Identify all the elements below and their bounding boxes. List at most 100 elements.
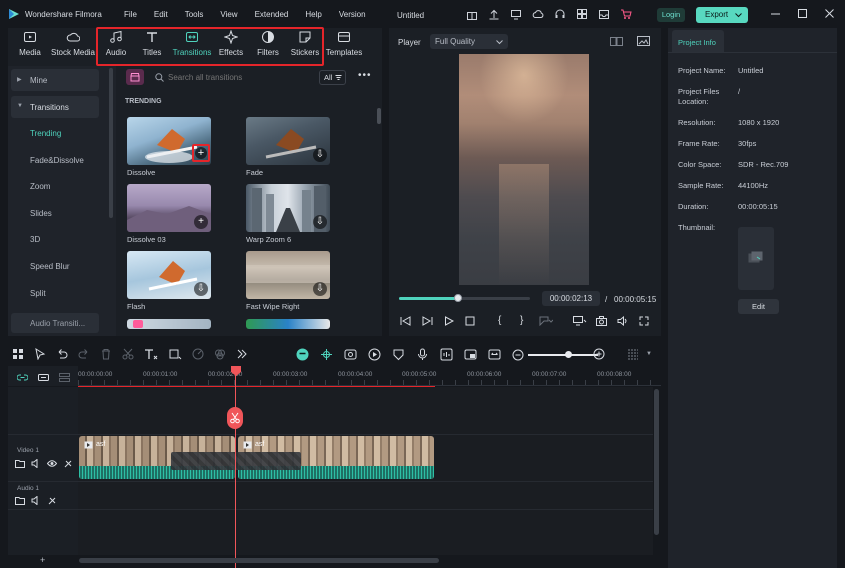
menu-edit[interactable]: Edit bbox=[154, 10, 168, 19]
menu-file[interactable]: File bbox=[124, 10, 137, 19]
color-icon[interactable] bbox=[214, 348, 226, 360]
link-icon[interactable] bbox=[17, 373, 28, 382]
sidebar-item-zoom[interactable]: Zoom bbox=[30, 182, 50, 191]
speed-icon[interactable] bbox=[192, 348, 204, 360]
track-layout-dropdown-icon[interactable]: ▼ bbox=[646, 351, 652, 357]
menu-extended[interactable]: Extended bbox=[255, 10, 289, 19]
lock-icon[interactable] bbox=[47, 496, 57, 505]
lock-icon[interactable] bbox=[63, 459, 73, 468]
mark-out-icon[interactable]: } bbox=[520, 315, 523, 326]
zoom-out-icon[interactable] bbox=[512, 349, 524, 361]
text-tool-icon[interactable] bbox=[144, 348, 158, 360]
add-dissolve-button[interactable]: + bbox=[192, 144, 210, 162]
transition-thumb-warp-zoom-6[interactable]: ⇩ bbox=[246, 184, 330, 232]
sidebar-item-mine[interactable]: ▶ Mine bbox=[11, 69, 99, 91]
zoom-slider[interactable] bbox=[528, 351, 598, 358]
next-frame-icon[interactable] bbox=[422, 316, 433, 326]
sidebar-item-trending[interactable]: Trending bbox=[30, 129, 61, 138]
track-layout-icon[interactable] bbox=[627, 348, 639, 360]
playhead-handle[interactable] bbox=[231, 366, 241, 376]
quality-dropdown[interactable]: Full Quality bbox=[430, 34, 508, 49]
export-button[interactable]: Export bbox=[696, 7, 748, 23]
filter-dropdown[interactable]: All bbox=[319, 70, 346, 85]
prev-frame-icon[interactable] bbox=[400, 316, 411, 326]
crop-icon[interactable] bbox=[168, 348, 182, 360]
favorites-button[interactable] bbox=[126, 69, 144, 85]
download-icon[interactable]: ⇩ bbox=[313, 282, 327, 296]
compare-view-icon[interactable] bbox=[610, 37, 623, 46]
edit-thumbnail-button[interactable]: Edit bbox=[738, 299, 779, 314]
sidebar-item-3d[interactable]: 3D bbox=[30, 235, 40, 244]
gift-icon[interactable] bbox=[466, 8, 478, 20]
monitor-icon[interactable] bbox=[510, 8, 522, 20]
shield-icon[interactable] bbox=[392, 348, 405, 361]
split-marker[interactable] bbox=[227, 407, 243, 429]
folder-icon[interactable] bbox=[15, 496, 25, 505]
download-icon[interactable]: ⇩ bbox=[313, 148, 327, 162]
project-thumbnail[interactable] bbox=[738, 227, 774, 290]
snapshot-view-icon[interactable] bbox=[637, 36, 650, 46]
transition-thumb-fast-wipe-right[interactable]: ⇩ bbox=[246, 251, 330, 299]
inbox-icon[interactable] bbox=[598, 8, 610, 20]
menu-view[interactable]: View bbox=[220, 10, 237, 19]
select-arrow-icon[interactable] bbox=[34, 348, 46, 360]
undo-icon[interactable] bbox=[56, 348, 68, 360]
marker-icon[interactable] bbox=[539, 316, 553, 326]
timeline-vertical-scrollbar[interactable] bbox=[654, 389, 659, 535]
tab-templates[interactable]: Templates bbox=[318, 30, 370, 57]
headset-icon[interactable] bbox=[554, 8, 566, 20]
sidebar-scrollbar[interactable] bbox=[109, 68, 113, 218]
transition-thumb-partial-1[interactable] bbox=[127, 319, 211, 329]
sidebar-item-audio-transitions[interactable]: Audio Transiti... bbox=[11, 313, 99, 333]
transition-thumb-fade[interactable]: ⇩ bbox=[246, 117, 330, 165]
camera-icon[interactable] bbox=[596, 316, 607, 326]
add-icon[interactable]: + bbox=[194, 215, 208, 229]
zoom-in-icon[interactable] bbox=[593, 348, 605, 360]
redo-icon[interactable] bbox=[78, 348, 90, 360]
menu-tools[interactable]: Tools bbox=[185, 10, 204, 19]
mark-in-icon[interactable]: { bbox=[498, 315, 501, 326]
sidebar-item-fade-dissolve[interactable]: Fade&Dissolve bbox=[30, 156, 84, 165]
transition-thumb-flash[interactable]: ⇩ bbox=[127, 251, 211, 299]
scissors-icon[interactable] bbox=[122, 348, 134, 360]
cloud-icon[interactable] bbox=[532, 8, 544, 20]
speaker-icon[interactable] bbox=[31, 496, 41, 505]
layout-grid-icon[interactable] bbox=[12, 348, 24, 360]
group-icon[interactable] bbox=[38, 373, 49, 382]
cart-icon[interactable] bbox=[620, 8, 632, 20]
transition-thumb-partial-2[interactable] bbox=[246, 319, 330, 329]
fullscreen-icon[interactable] bbox=[639, 316, 649, 326]
pip-icon[interactable] bbox=[464, 348, 477, 361]
microphone-icon[interactable] bbox=[416, 348, 429, 361]
close-icon[interactable] bbox=[825, 9, 834, 18]
fit-timeline-icon[interactable] bbox=[488, 348, 501, 361]
stop-icon[interactable] bbox=[465, 316, 475, 326]
track-manage-icon[interactable] bbox=[59, 373, 70, 382]
upload-icon[interactable] bbox=[488, 8, 500, 20]
play-icon[interactable] bbox=[444, 316, 454, 326]
grid-icon[interactable] bbox=[576, 8, 588, 20]
more-options-icon[interactable]: ••• bbox=[358, 70, 372, 81]
add-track-icon[interactable]: + bbox=[40, 555, 45, 565]
snap-icon[interactable] bbox=[320, 348, 333, 361]
tab-project-info[interactable]: Project Info bbox=[672, 30, 724, 52]
speaker-icon[interactable] bbox=[31, 459, 41, 468]
more-tools-icon[interactable] bbox=[236, 348, 248, 360]
playback-progress[interactable] bbox=[399, 294, 530, 302]
timeline-horizontal-scrollbar[interactable] bbox=[79, 558, 439, 563]
menu-version[interactable]: Version bbox=[339, 10, 366, 19]
audio-mix-icon[interactable] bbox=[440, 348, 453, 361]
download-icon[interactable]: ⇩ bbox=[313, 215, 327, 229]
playback-progress-handle[interactable] bbox=[453, 294, 462, 302]
menu-help[interactable]: Help bbox=[305, 10, 321, 19]
maximize-icon[interactable] bbox=[798, 9, 807, 18]
browser-scrollbar[interactable] bbox=[377, 108, 381, 124]
sidebar-item-transitions[interactable]: ▼ Transitions bbox=[11, 96, 99, 118]
ai-face-icon[interactable] bbox=[296, 348, 309, 361]
sidebar-item-speed-blur[interactable]: Speed Blur bbox=[30, 262, 70, 271]
auto-highlight-icon[interactable] bbox=[368, 348, 381, 361]
render-icon[interactable] bbox=[344, 348, 357, 361]
login-button[interactable]: Login bbox=[657, 8, 685, 22]
folder-icon[interactable] bbox=[15, 459, 25, 468]
search-input[interactable] bbox=[168, 70, 308, 84]
